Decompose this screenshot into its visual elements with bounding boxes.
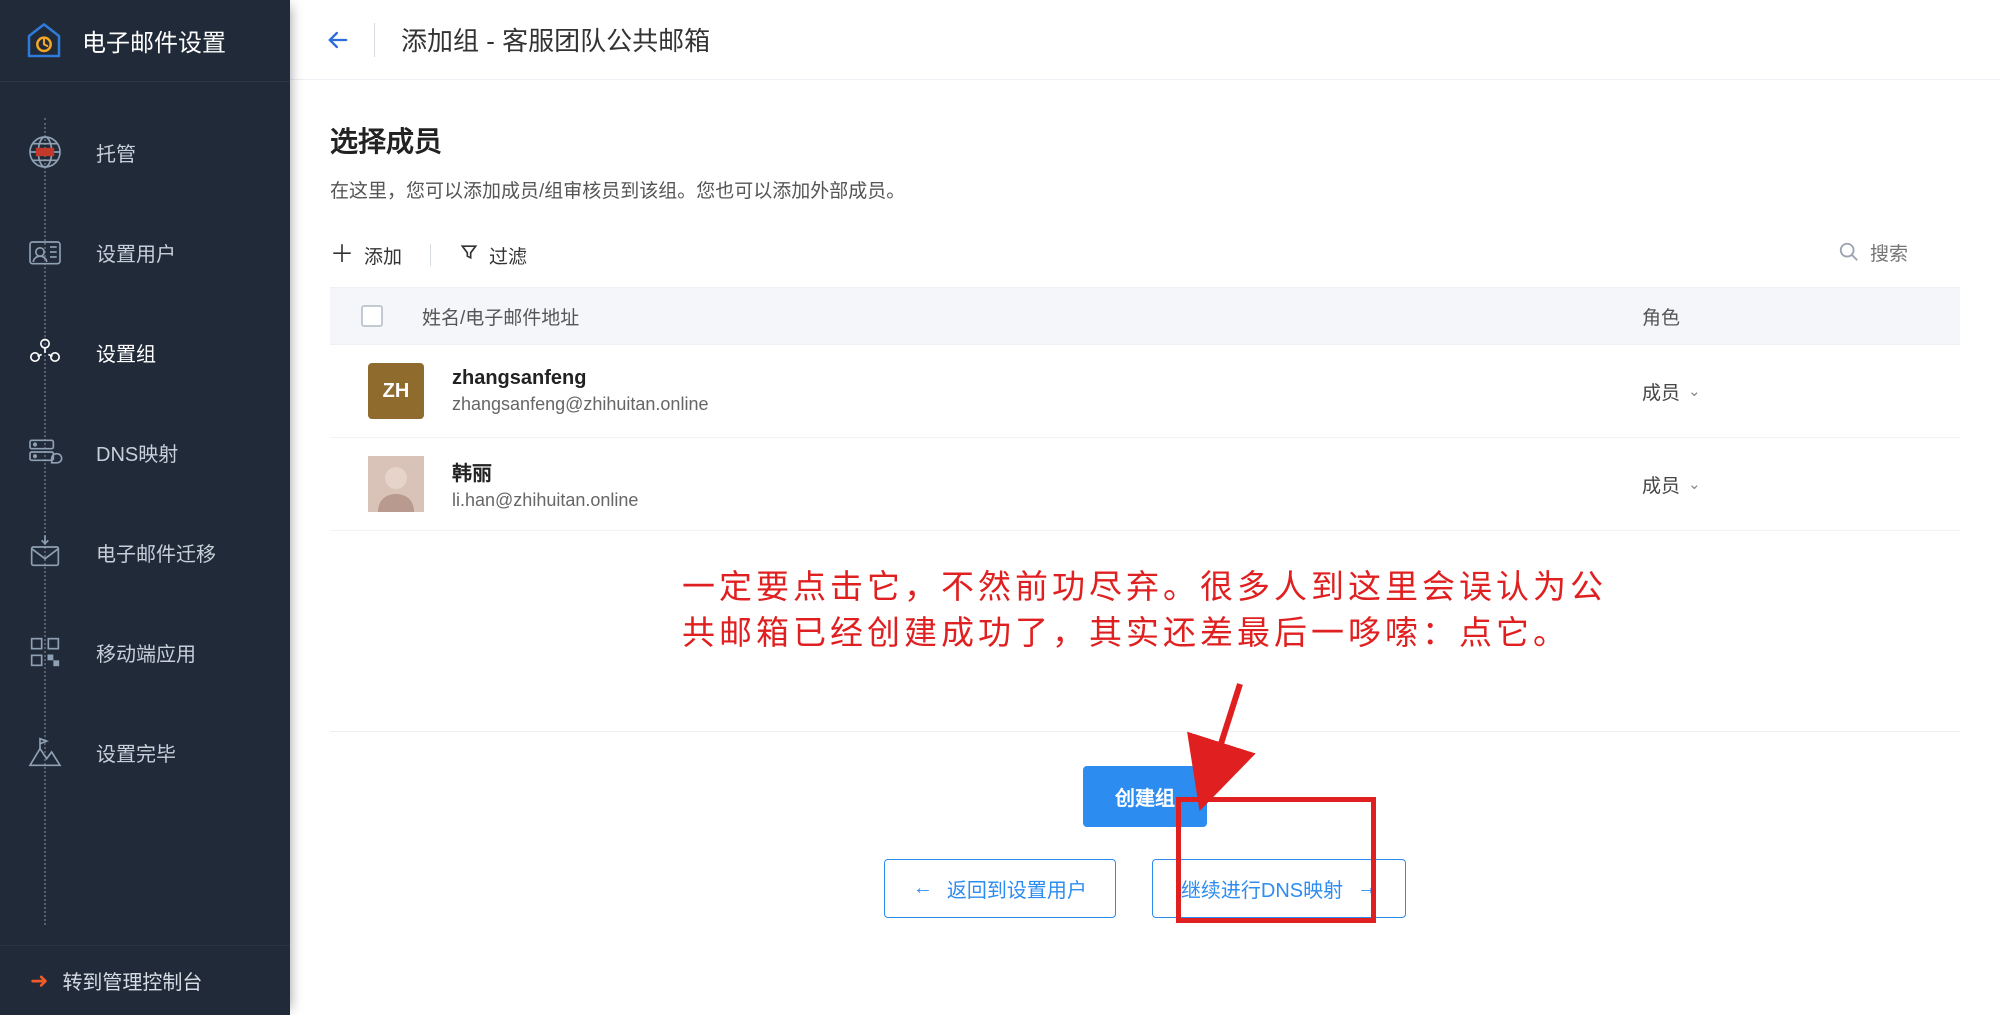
search-box[interactable] <box>1838 241 1960 269</box>
arrow-right-icon: → <box>1357 877 1377 900</box>
sidebar-nav: 托管 设置用户 设 <box>0 82 290 945</box>
sidebar-footer-link[interactable]: ➜ 转到管理控制台 <box>0 945 290 1015</box>
page-title: 添加组 - 客服团队公共邮箱 <box>401 21 710 58</box>
search-input[interactable] <box>1870 244 1960 266</box>
back-label: 返回到设置用户 <box>947 874 1087 903</box>
sidebar-item-label: 设置组 <box>96 338 156 367</box>
column-name: 姓名/电子邮件地址 <box>396 303 1642 330</box>
sidebar-footer-label: 转到管理控制台 <box>62 966 202 995</box>
toolbar-separator <box>430 244 431 266</box>
sidebar-item-label: DNS映射 <box>96 438 178 467</box>
table-row[interactable]: ZH zhangsanfeng zhangsanfeng@zhihuitan.o… <box>330 345 1960 438</box>
footer-secondary: ← 返回到设置用户 继续进行DNS映射 → <box>330 845 1960 948</box>
group-icon <box>22 329 68 375</box>
user-email: zhangsanfeng@zhihuitan.online <box>452 394 1642 415</box>
role-label: 成员 <box>1642 378 1680 405</box>
section-title: 选择成员 <box>330 120 1960 160</box>
user-info: zhangsanfeng zhangsanfeng@zhihuitan.onli… <box>424 367 1642 415</box>
chevron-down-icon: ⌄ <box>1688 382 1701 400</box>
sidebar-item-label: 电子邮件迁移 <box>96 538 216 567</box>
topbar-separator <box>374 23 375 57</box>
sidebar-item-label: 移动端应用 <box>96 638 196 667</box>
brand: 电子邮件设置 <box>0 0 290 82</box>
avatar: ZH <box>368 363 424 419</box>
main: 添加组 - 客服团队公共邮箱 选择成员 在这里，您可以添加成员/组审核员到该组。… <box>290 0 2000 1015</box>
sidebar-item-finish[interactable]: 设置完毕 <box>0 702 290 802</box>
user-info: 韩丽 li.han@zhihuitan.online <box>424 457 1642 511</box>
continue-label: 继续进行DNS映射 <box>1181 874 1343 903</box>
chevron-down-icon: ⌄ <box>1688 475 1701 493</box>
search-icon <box>1838 241 1860 269</box>
select-all-checkbox[interactable] <box>348 305 396 327</box>
filter-button[interactable]: 过滤 <box>459 242 527 269</box>
table-row[interactable]: 韩丽 li.han@zhihuitan.online 成员 ⌄ <box>330 438 1960 531</box>
continue-dns-button[interactable]: 继续进行DNS映射 → <box>1152 859 1406 918</box>
role-selector[interactable]: 成员 ⌄ <box>1642 378 1942 405</box>
user-email: li.han@zhihuitan.online <box>452 490 1642 511</box>
arrow-left-icon: ← <box>913 877 933 900</box>
server-cloud-icon <box>22 429 68 475</box>
content: 选择成员 在这里，您可以添加成员/组审核员到该组。您也可以添加外部成员。 ＋ 添… <box>290 80 2000 1015</box>
user-name: 韩丽 <box>452 457 1642 486</box>
create-group-button[interactable]: 创建组 <box>1083 766 1207 827</box>
footer-primary: 创建组 <box>330 731 1960 845</box>
sidebar-item-dns[interactable]: DNS映射 <box>0 402 290 502</box>
sidebar-item-migration[interactable]: 电子邮件迁移 <box>0 502 290 602</box>
brand-title: 电子邮件设置 <box>82 23 226 58</box>
back-button[interactable] <box>320 22 356 58</box>
id-card-icon <box>22 229 68 275</box>
exit-arrow-icon: ➜ <box>30 968 48 994</box>
role-selector[interactable]: 成员 ⌄ <box>1642 471 1942 498</box>
brand-logo-icon <box>22 19 66 63</box>
toolbar-left: ＋ 添加 过滤 <box>330 242 527 269</box>
add-label: 添加 <box>364 242 402 269</box>
topbar: 添加组 - 客服团队公共邮箱 <box>290 0 2000 80</box>
sidebar-item-label: 设置完毕 <box>96 738 176 767</box>
qr-code-icon <box>22 629 68 675</box>
column-role: 角色 <box>1642 303 1942 330</box>
sidebar-item-label: 设置用户 <box>96 238 176 267</box>
toolbar: ＋ 添加 过滤 <box>330 241 1960 269</box>
filter-label: 过滤 <box>489 242 527 269</box>
back-to-users-button[interactable]: ← 返回到设置用户 <box>884 859 1116 918</box>
add-button[interactable]: ＋ 添加 <box>330 242 402 269</box>
sidebar-item-label: 托管 <box>96 138 136 167</box>
plus-icon: ＋ <box>330 243 354 267</box>
sidebar-item-groups[interactable]: 设置组 <box>0 302 290 402</box>
envelope-download-icon <box>22 529 68 575</box>
sidebar: 电子邮件设置 托管 <box>0 0 290 1015</box>
flag-mountain-icon <box>22 729 68 775</box>
sidebar-item-mobile[interactable]: 移动端应用 <box>0 602 290 702</box>
section-description: 在这里，您可以添加成员/组审核员到该组。您也可以添加外部成员。 <box>330 176 1960 203</box>
globe-icon <box>22 129 68 175</box>
sidebar-item-hosting[interactable]: 托管 <box>0 102 290 202</box>
sidebar-item-users[interactable]: 设置用户 <box>0 202 290 302</box>
avatar <box>368 456 424 512</box>
user-name: zhangsanfeng <box>452 367 1642 390</box>
role-label: 成员 <box>1642 471 1680 498</box>
table-header: 姓名/电子邮件地址 角色 <box>330 287 1960 345</box>
filter-icon <box>459 242 479 268</box>
